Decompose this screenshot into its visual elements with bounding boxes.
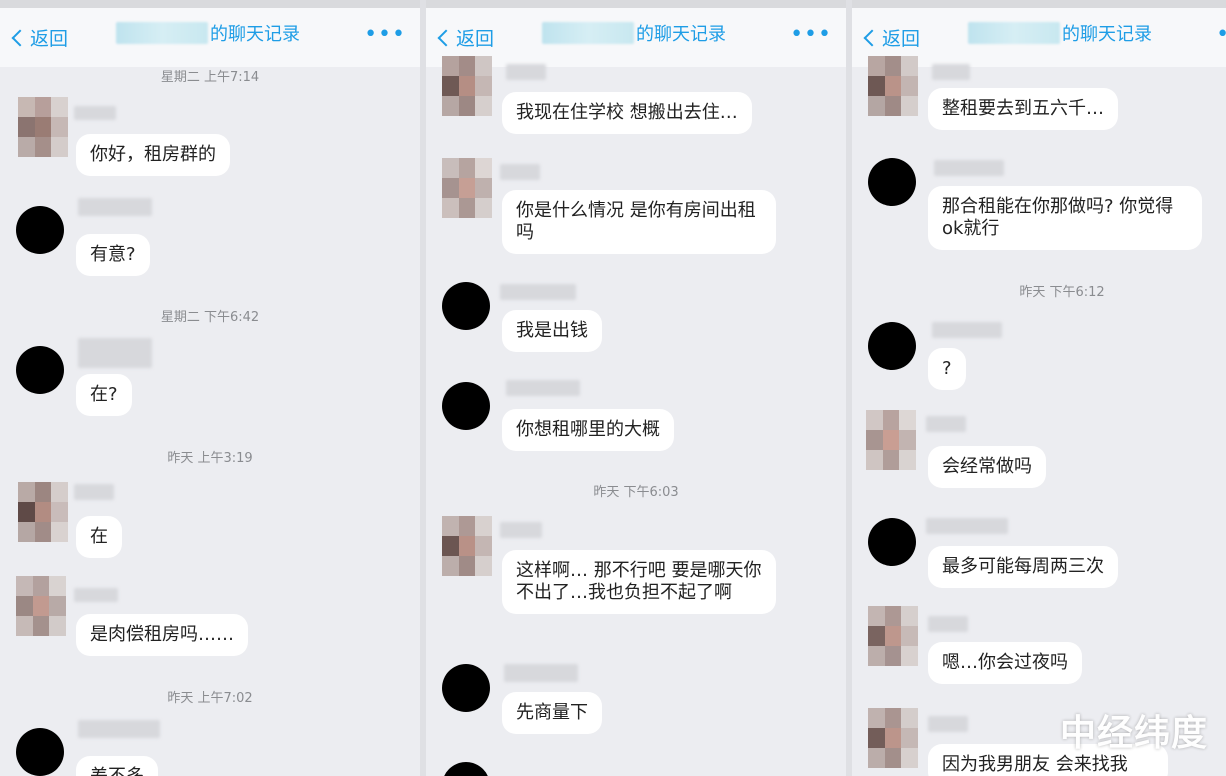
back-label: 返回 [30,28,69,50]
blurred-nickname [74,588,118,602]
timestamp: 昨天 上午3:19 [167,451,253,466]
more-icon[interactable]: ••• [364,24,406,46]
message-bubble: 你好，租房群的 [76,134,230,176]
title-suffix: 的聊天记录 [636,24,726,45]
avatar-pixelated [442,158,492,218]
back-button[interactable]: 返回 [8,24,68,51]
title-suffix: 的聊天记录 [210,24,300,45]
avatar-pixelated [866,410,916,470]
message-bubble: 有意? [76,234,150,276]
chevron-left-icon [863,29,881,46]
blurred-nickname [506,380,580,396]
avatar-black [442,664,490,712]
avatar-pixelated [868,708,918,768]
timestamp: 星期二 上午7:14 [160,70,260,85]
chat-title: 的聊天记录 [968,20,1152,46]
chat-panel-1: 返回 的聊天记录 ••• 星期二 上午7:14 你好，租房群的 有意? 星期二 … [0,0,420,776]
blurred-nickname [500,284,576,300]
avatar-black [442,762,490,776]
chevron-left-icon [11,29,29,46]
chat-header: 返回 的聊天记录 ••• [0,8,420,67]
blurred-nickname [932,322,1002,338]
avatar-black [868,322,916,370]
avatar-pixelated [442,56,492,116]
blurred-nickname [78,338,152,368]
avatar-pixelated [18,482,68,542]
blurred-nickname [500,522,542,538]
blurred-nickname [506,64,546,80]
blurred-nickname [500,164,540,180]
message-bubble: 这样啊… 那不行吧 要是哪天你不出了…我也负担不起了啊 [502,550,776,614]
status-strip [426,0,846,8]
message-bubble: 是肉偿租房吗…… [76,614,248,656]
blurred-nickname [78,198,152,216]
status-strip [852,0,1226,8]
more-icon[interactable]: ••• [790,24,832,46]
blurred-nickname [926,518,1008,534]
avatar-pixelated [868,56,918,116]
status-strip [0,0,420,8]
timestamp: 昨天 下午6:03 [593,485,679,500]
chat-title: 的聊天记录 [542,20,726,46]
blurred-contact-name [116,22,208,44]
avatar-black [442,282,490,330]
avatar-black [16,728,64,776]
message-bubble: 那合租能在你那做吗? 你觉得ok就行 [928,186,1202,250]
blurred-contact-name [968,22,1060,44]
message-bubble: 你想租哪里的大概 [502,409,674,451]
avatar-black [442,382,490,430]
blurred-nickname [934,160,1004,176]
blurred-nickname [928,716,968,732]
blurred-contact-name [542,22,634,44]
avatar-pixelated [18,97,68,157]
chat-panel-2: 返回 的聊天记录 ••• 我现在住学校 想搬出去住… 你是什么情况 是你有房间出… [426,0,846,776]
back-button[interactable]: 返回 [860,24,920,51]
message-bubble: 在? [76,374,132,416]
avatar-black [16,346,64,394]
message-bubble: 先商量下 [502,692,602,734]
blurred-nickname [926,416,966,432]
message-bubble: 你是什么情况 是你有房间出租吗 [502,190,776,254]
avatar-pixelated [442,516,492,576]
timestamp: 昨天 上午7:02 [167,691,253,706]
back-label: 返回 [882,28,921,50]
avatar-black [868,158,916,206]
title-suffix: 的聊天记录 [1062,24,1152,45]
blurred-nickname [932,64,970,80]
message-bubble: 我是出钱 [502,310,602,352]
message-bubble: 最多可能每周两三次 [928,546,1118,588]
message-bubble: 会经常做吗 [928,446,1046,488]
blurred-nickname [928,616,968,632]
message-bubble: 在 [76,516,122,558]
message-bubble: 差不多 [76,756,158,776]
back-button[interactable]: 返回 [434,24,494,51]
message-bubble: 我现在住学校 想搬出去住… [502,92,752,134]
chat-title: 的聊天记录 [116,20,300,46]
more-icon[interactable]: ••• [1216,24,1226,46]
back-label: 返回 [456,28,495,50]
avatar-pixelated [868,606,918,666]
message-bubble: 整租要去到五六千… [928,88,1118,130]
watermark: 中经纬度 [1059,713,1208,754]
message-bubble: ? [928,348,966,390]
blurred-nickname [74,106,116,120]
timestamp: 昨天 下午6:12 [1019,285,1105,300]
blurred-nickname [504,664,578,682]
chevron-left-icon [437,29,455,46]
timestamp: 星期二 下午6:42 [160,310,260,325]
blurred-nickname [74,484,114,500]
blurred-nickname [78,720,160,738]
chat-panel-3: 返回 的聊天记录 ••• 整租要去到五六千… 那合租能在你那做吗? 你觉得ok就… [852,0,1226,776]
avatar-black [16,206,64,254]
avatar-pixelated [16,576,66,636]
avatar-black [868,518,916,566]
message-bubble: 嗯…你会过夜吗 [928,642,1082,684]
